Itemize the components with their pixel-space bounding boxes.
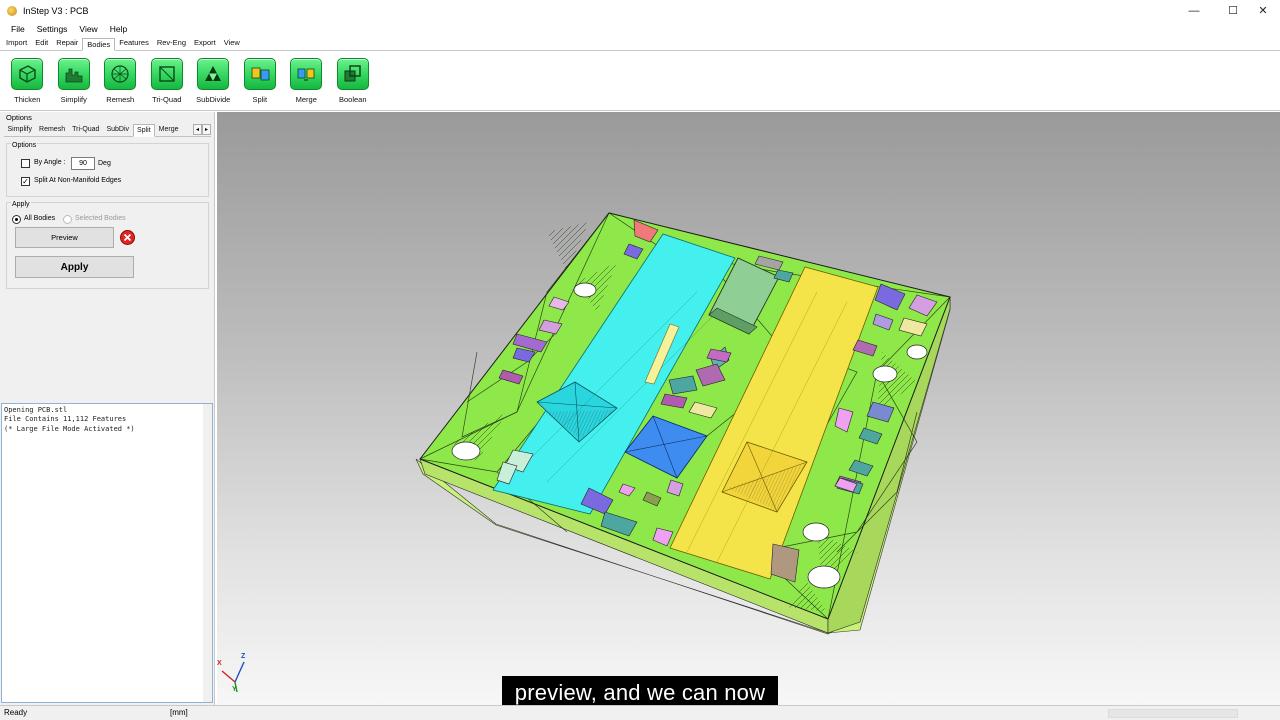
preview-button[interactable]: Preview	[15, 227, 114, 248]
boolean-icon	[336, 58, 369, 90]
tab-features[interactable]: Features	[115, 37, 153, 50]
angle-input[interactable]: 90	[71, 157, 95, 170]
selected-bodies-radio[interactable]	[63, 215, 72, 224]
all-bodies-label: All Bodies	[24, 215, 56, 222]
cancel-preview-icon[interactable]	[120, 230, 135, 245]
tri-quad-label: Tri-Quad	[152, 95, 182, 104]
status-units: [mm]	[170, 708, 188, 717]
tab-view[interactable]: View	[220, 37, 244, 50]
tab-export[interactable]: Export	[190, 37, 220, 50]
tab-rev-eng[interactable]: Rev-Eng	[153, 37, 190, 50]
by-angle-label: By Angle :	[34, 159, 66, 166]
log-console[interactable]: Opening PCB.stl File Contains 11,112 Fea…	[1, 403, 213, 703]
thicken-label: Thicken	[14, 95, 41, 104]
subdivide-label: SubDivide	[196, 95, 231, 104]
selected-bodies-label: Selected Bodies	[75, 215, 126, 222]
3d-viewport[interactable]: Z X Y	[217, 112, 1280, 705]
split-icon	[243, 58, 276, 90]
tri-quad-button[interactable]: Tri-Quad	[144, 51, 191, 107]
subtab-remesh[interactable]: Remesh	[36, 124, 69, 136]
by-angle-checkbox[interactable]	[21, 159, 30, 168]
thicken-button[interactable]: Thicken	[4, 51, 51, 107]
status-progress-bar	[1108, 709, 1238, 718]
window-title: InStep V3 : PCB	[23, 5, 89, 16]
subtab-subdiv[interactable]: SubDiv	[103, 124, 133, 136]
options-group: Options By Angle : 90 Deg ✓ Split At Non…	[6, 142, 209, 197]
simplify-icon	[57, 58, 90, 90]
tab-repair[interactable]: Repair	[52, 37, 82, 50]
tab-bodies[interactable]: Bodies	[82, 38, 116, 51]
subdivide-icon	[197, 58, 230, 90]
menu-settings[interactable]: Settings	[31, 21, 74, 37]
menu-view[interactable]: View	[73, 21, 103, 37]
log-scrollbar[interactable]	[203, 404, 212, 702]
split-non-manifold-checkbox[interactable]: ✓	[21, 177, 30, 186]
thicken-icon	[11, 58, 44, 90]
options-group-title: Options	[11, 142, 38, 149]
log-line: Opening PCB.stl	[4, 406, 68, 414]
axis-y-label: Y	[232, 686, 237, 693]
apply-group: Apply All Bodies Selected Bodies Preview…	[6, 201, 209, 289]
axis-z-label: Z	[241, 653, 246, 660]
split-label: Split	[252, 95, 268, 104]
menu-file[interactable]: File	[5, 21, 31, 37]
maximize-button[interactable]: ☐	[1216, 0, 1250, 21]
log-line: (* Large File Mode Activated *)	[4, 424, 135, 433]
boolean-label: Boolean	[338, 95, 367, 104]
options-subtabs: Simplify Remesh Tri-Quad SubDiv Split Me…	[4, 124, 211, 137]
split-button[interactable]: Split	[237, 51, 284, 107]
pcb-model[interactable]	[217, 112, 1280, 705]
app-icon	[7, 5, 17, 16]
subtab-tri-quad[interactable]: Tri-Quad	[69, 124, 103, 136]
subtab-merge[interactable]: Merge	[155, 124, 182, 136]
tri-quad-icon	[150, 58, 183, 90]
remesh-label: Remesh	[106, 95, 135, 104]
remesh-button[interactable]: Remesh	[97, 51, 144, 107]
split-non-manifold-label: Split At Non-Manifold Edges	[34, 177, 122, 184]
boolean-button[interactable]: Boolean	[330, 51, 377, 107]
close-button[interactable]: ✕	[1246, 0, 1280, 21]
apply-group-title: Apply	[11, 201, 31, 208]
menu-help[interactable]: Help	[104, 21, 133, 37]
subtab-scroll-right-icon[interactable]: ▸	[202, 124, 211, 135]
tab-edit[interactable]: Edit	[31, 37, 52, 50]
log-line: File Contains 11,112 Features	[4, 415, 127, 424]
simplify-label: Simplify	[60, 95, 87, 104]
merge-icon	[290, 58, 323, 90]
apply-button[interactable]: Apply	[15, 256, 134, 278]
remesh-icon	[104, 58, 137, 90]
tab-import[interactable]: Import	[2, 37, 31, 50]
options-header: Options	[6, 113, 32, 122]
menu-bar: File Settings View Help	[0, 21, 1280, 37]
merge-label: Merge	[295, 95, 317, 104]
status-ready: Ready	[4, 708, 28, 717]
subdivide-button[interactable]: SubDivide	[190, 51, 237, 107]
simplify-button[interactable]: Simplify	[51, 51, 98, 107]
subtab-scroll-left-icon[interactable]: ◂	[193, 124, 202, 135]
all-bodies-radio[interactable]	[12, 215, 21, 224]
ribbon-tabs: Import Edit Repair Bodies Features Rev-E…	[0, 37, 1280, 51]
title-bar: InStep V3 : PCB — ☐ ✕	[0, 0, 1280, 21]
merge-button[interactable]: Merge	[283, 51, 330, 107]
minimize-button[interactable]: —	[1177, 0, 1211, 21]
status-bar: Ready [mm]	[0, 705, 1280, 720]
angle-unit: Deg	[98, 160, 111, 167]
tool-ribbon: Thicken Simplify Remesh Tri-Quad SubDivi…	[0, 51, 1280, 111]
axis-x-label: X	[217, 660, 222, 667]
subtab-simplify[interactable]: Simplify	[4, 124, 36, 136]
axis-triad	[221, 661, 245, 693]
subtab-split[interactable]: Split	[132, 124, 156, 137]
